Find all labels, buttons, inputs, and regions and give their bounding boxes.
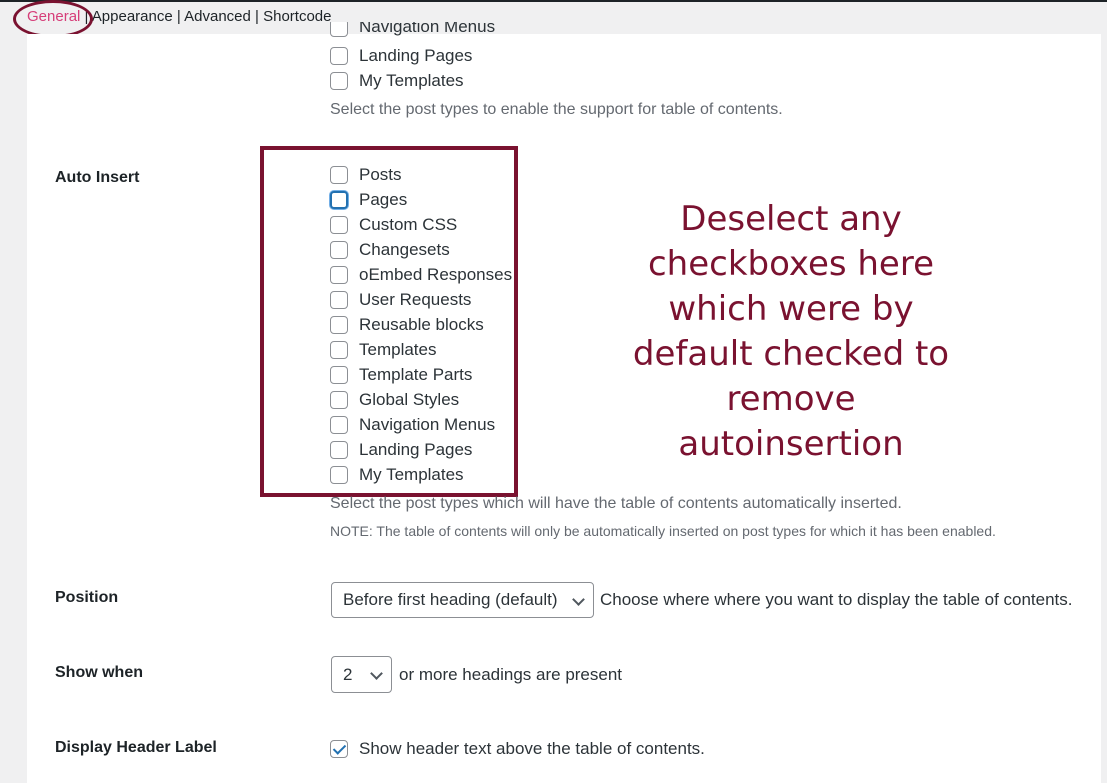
auto-insert-label: Auto Insert — [55, 169, 140, 186]
support-description: Select the post types to enable the supp… — [330, 101, 783, 118]
position-label: Position — [55, 589, 119, 606]
annotation-frame — [260, 146, 518, 497]
highlight-circle — [13, 0, 93, 38]
support-item-landing-pages[interactable]: Landing Pages — [330, 45, 472, 67]
annotation-line: checkboxes here — [647, 244, 934, 284]
show-when-suffix: or more headings are present — [399, 665, 623, 684]
position-select-value: Before first heading (default) — [343, 590, 558, 609]
checkbox-label: Navigation Menus — [359, 22, 496, 36]
checkbox[interactable] — [330, 740, 348, 758]
display-header-label: Display Header Label — [55, 739, 217, 756]
scrollbar[interactable] — [1101, 34, 1107, 783]
checkbox[interactable] — [330, 72, 348, 90]
annotation-line: remove — [726, 379, 856, 419]
annotation-line: default checked to — [632, 334, 950, 374]
annotation-text: Deselect any checkboxes here which were … — [620, 197, 962, 467]
checkbox-label: Landing Pages — [359, 46, 473, 65]
support-item-navigation-menus[interactable]: Navigation Menus — [330, 22, 495, 40]
tab-shortcode[interactable]: Shortcode — [263, 8, 331, 25]
admin-margin — [0, 34, 27, 783]
annotation-line: Deselect any — [680, 199, 902, 239]
position-select[interactable]: Before first heading (default) — [331, 582, 594, 618]
checkbox[interactable] — [330, 47, 348, 65]
position-description: Choose where where you want to display t… — [600, 590, 1073, 609]
chevron-down-icon — [572, 593, 585, 606]
support-item-my-templates[interactable]: My Templates — [330, 70, 464, 92]
checkbox-label: My Templates — [359, 71, 464, 90]
tab-separator: | — [176, 8, 181, 25]
checkbox-label: Show header text above the table of cont… — [359, 739, 705, 758]
settings-tab-bar: General | Appearance | Advanced | Shortc… — [0, 0, 1107, 38]
tab-advanced[interactable]: Advanced — [184, 8, 251, 25]
tab-appearance[interactable]: Appearance — [92, 8, 173, 25]
show-when-select[interactable]: 2 — [331, 656, 392, 693]
tab-separator: | — [255, 8, 259, 25]
show-when-label: Show when — [55, 664, 143, 681]
display-header-option[interactable]: Show header text above the table of cont… — [330, 738, 705, 760]
annotation-line: which were by — [668, 289, 914, 329]
show-when-select-value: 2 — [343, 664, 353, 684]
auto-insert-note: NOTE: The table of contents will only be… — [330, 523, 996, 539]
auto-insert-description: Select the post types which will have th… — [330, 495, 902, 512]
checkbox[interactable] — [330, 22, 348, 37]
annotation-line: autoinsertion — [678, 424, 904, 464]
chevron-down-icon — [370, 667, 383, 680]
